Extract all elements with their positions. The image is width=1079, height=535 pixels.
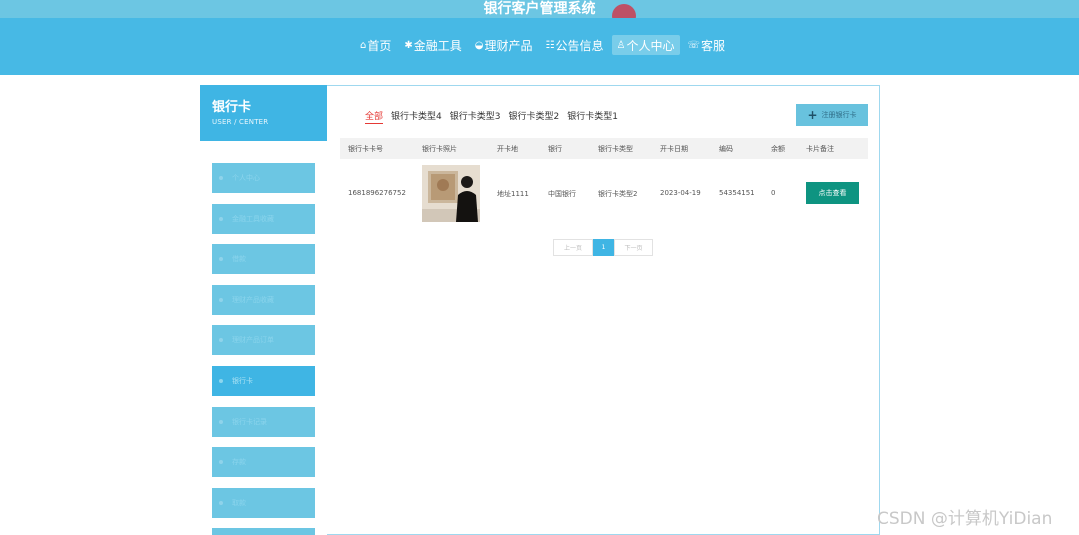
bullet-icon [219,176,223,180]
tab-card-type-3[interactable]: 银行卡类型3 [450,109,501,124]
sidebar-title: 银行卡 [212,100,252,115]
bullet-icon [219,460,223,464]
bullet-icon [219,420,223,424]
register-card-button[interactable]: + 注册银行卡 [796,104,868,126]
plus-icon: + [807,108,818,122]
column-header: 编码 [719,145,733,153]
prev-page-button[interactable]: 上一页 [553,239,593,256]
tab-card-type-2[interactable]: 银行卡类型2 [508,109,559,124]
bullet-icon [219,501,223,505]
nav-announcements[interactable]: ☷ 公告信息 [541,35,609,55]
sidebar-item-card-records[interactable]: 银行卡记录 [212,407,315,437]
column-header: 开卡地 [497,145,518,153]
pagination: 上一页 1 下一页 [553,239,653,256]
column-header: 余额 [771,145,785,153]
card-number-cell: 1681896276752 [348,189,406,197]
bullet-icon [219,338,223,342]
tab-card-type-1[interactable]: 银行卡类型1 [567,109,618,124]
tools-icon: ✱ [404,39,413,51]
sidebar-item-more[interactable] [212,528,315,535]
card-type-cell: 银行卡类型2 [598,190,638,198]
next-page-button[interactable]: 下一页 [614,239,653,256]
bullet-icon [219,257,223,261]
column-header: 银行卡类型 [598,145,633,153]
card-photo-image [422,165,480,222]
service-icon: ☏ [687,39,701,51]
notice-icon: ☷ [545,39,555,51]
sidebar-item-personal-center[interactable]: 个人中心 [212,163,315,193]
sidebar-subtitle: USER / CENTER [212,118,269,126]
bank-cell: 中国银行 [548,190,576,198]
nav-financial-tools[interactable]: ✱ 金融工具 [399,35,466,55]
tab-card-type-4[interactable]: 银行卡类型4 [391,109,442,124]
column-header: 银行 [548,145,562,153]
column-header: 银行卡卡号 [348,145,383,153]
site-title: 银行客户管理系统 [483,1,596,17]
bullet-icon [219,217,223,221]
sidebar-item-product-favorites[interactable]: 理财产品收藏 [212,285,315,315]
sidebar-item-deposits[interactable]: 存款 [212,447,315,477]
code-cell: 54354151 [719,189,755,197]
view-details-button[interactable]: 点击查看 [806,182,859,204]
sidebar-item-loans[interactable]: 借款 [212,244,315,274]
sidebar-item-withdrawals[interactable]: 取款 [212,488,315,518]
tab-all[interactable]: 全部 [365,109,384,124]
watermark: CSDN @计算机YiDian [877,509,1053,529]
sidebar-item-product-orders[interactable]: 理财产品订单 [212,325,315,355]
nav-home[interactable]: ⌂ 首页 [355,35,396,55]
sidebar-item-bank-cards[interactable]: 银行卡 [212,366,315,396]
table-row: 1681896276752 地址1111 中国银行 银行卡类型2 2023-04… [340,159,868,226]
bullet-icon [219,298,223,302]
column-header: 银行卡照片 [422,145,457,153]
nav-personal-center[interactable]: ♙ 个人中心 [611,35,680,55]
column-header: 开卡日期 [660,145,688,153]
nav-customer-service[interactable]: ☏ 客服 [683,35,731,55]
bullet-icon [219,379,223,383]
page-number-button[interactable]: 1 [593,239,614,256]
column-header: 卡片备注 [806,145,834,153]
product-icon: ◒ [474,39,484,51]
open-date-cell: 2023-04-19 [660,189,701,197]
home-icon: ⌂ [360,39,367,51]
user-icon: ♙ [616,39,626,51]
address-cell: 地址1111 [497,190,529,198]
nav-wealth-products[interactable]: ◒ 理财产品 [470,35,538,55]
table-header: 银行卡卡号 银行卡照片 开卡地 银行 银行卡类型 开卡日期 编码 余额 卡片备注 [340,138,868,159]
nav-menu: ⌂ 首页 ✱ 金融工具 ◒ 理财产品 ☷ 公告信息 ♙ 个人中心 ☏ 客服 [355,35,733,55]
sidebar-header: 银行卡 USER / CENTER [200,85,327,141]
card-type-tabs: 全部 银行卡类型4 银行卡类型3 银行卡类型2 银行卡类型1 [365,109,626,124]
sidebar-item-tool-favorites[interactable]: 金融工具收藏 [212,204,315,234]
balance-cell: 0 [771,189,776,197]
nav-bar: ⌂ 首页 ✱ 金融工具 ◒ 理财产品 ☷ 公告信息 ♙ 个人中心 ☏ 客服 [0,18,1079,75]
